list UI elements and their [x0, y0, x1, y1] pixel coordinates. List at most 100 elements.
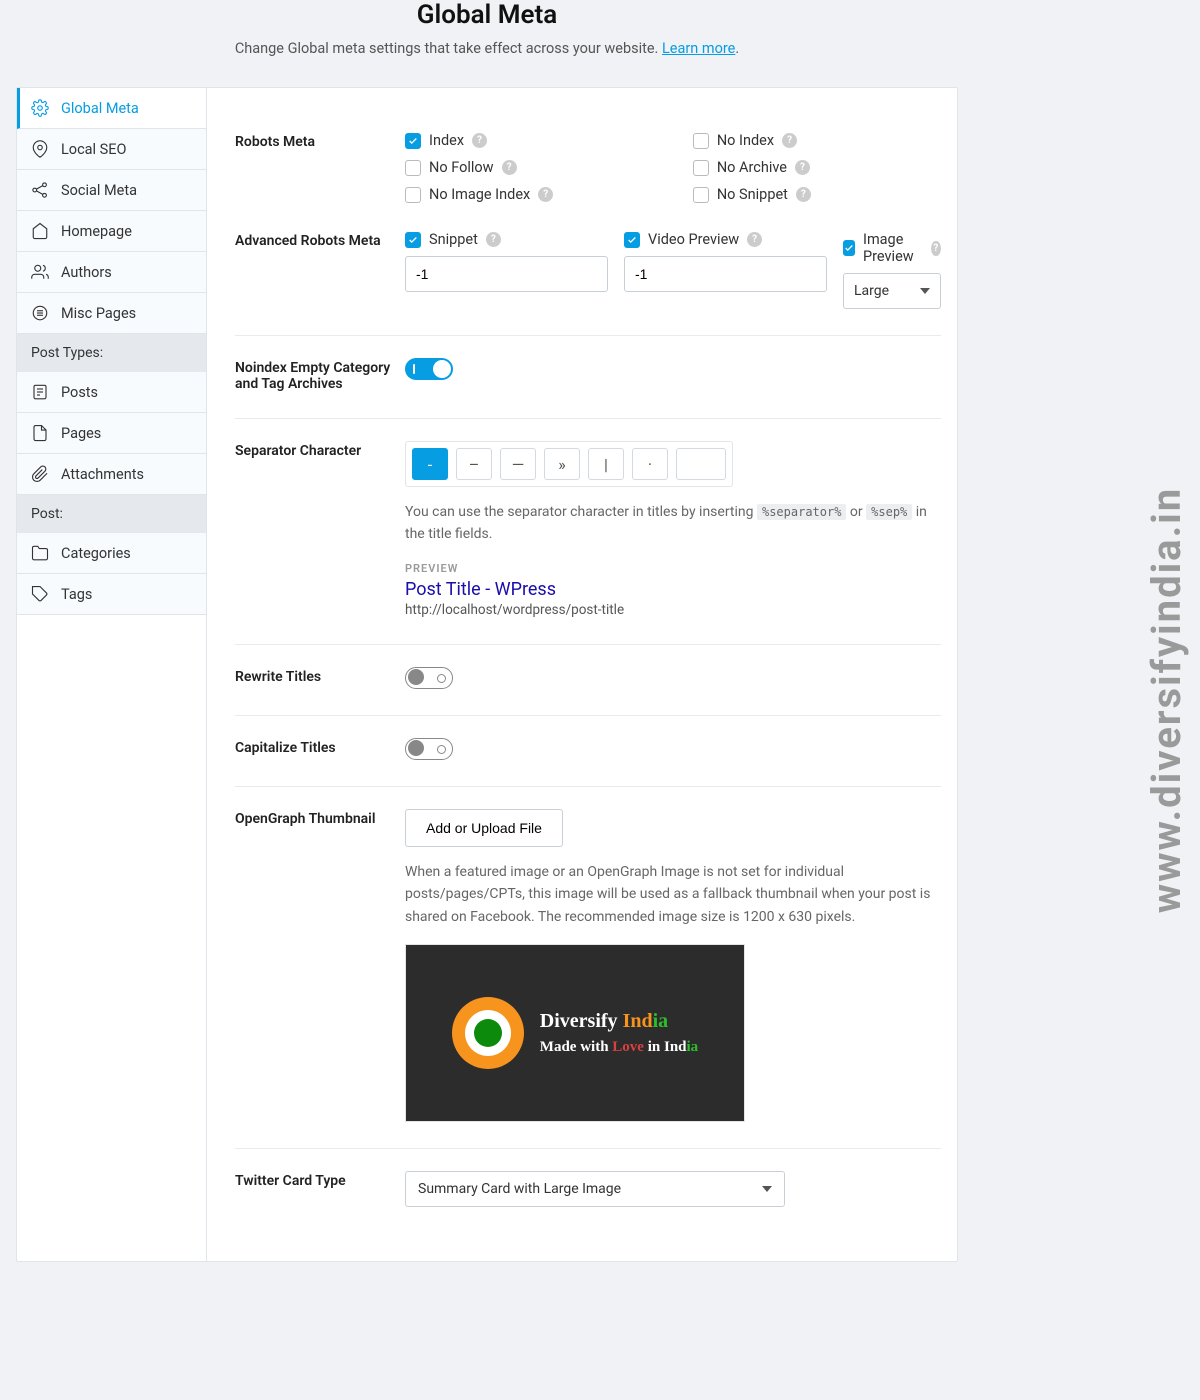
sidebar-item-authors[interactable]: Authors — [17, 252, 206, 293]
sidebar-item-global-meta[interactable]: Global Meta — [17, 88, 206, 129]
sidebar-item-label: Global Meta — [61, 100, 139, 117]
help-icon[interactable]: ? — [502, 160, 517, 175]
sidebar-item-label: Attachments — [61, 466, 144, 483]
checkbox-icon — [405, 232, 421, 248]
checkbox-image-preview[interactable]: Image Preview? — [843, 231, 941, 265]
sidebar-item-label: Tags — [61, 586, 92, 603]
checkbox-video-preview[interactable]: Video Preview? — [624, 231, 827, 248]
sidebar-item-attachments[interactable]: Attachments — [17, 454, 206, 495]
chevron-down-icon — [762, 1186, 772, 1192]
help-icon[interactable]: ? — [782, 133, 797, 148]
sidebar-item-tags[interactable]: Tags — [17, 574, 206, 615]
snippet-input[interactable] — [405, 256, 608, 292]
rewrite-titles-toggle[interactable] — [405, 667, 453, 689]
post-icon — [31, 383, 49, 401]
logo-text: Diversify India Made with Love in India — [540, 1010, 698, 1056]
twitter-card-select[interactable]: Summary Card with Large Image — [405, 1171, 785, 1207]
checkbox-snippet[interactable]: Snippet? — [405, 231, 608, 248]
preview-label: PREVIEW — [405, 562, 941, 575]
og-description: When a featured image or an OpenGraph Im… — [405, 861, 941, 928]
watermark-text: www.diversifyindia.in — [1143, 487, 1190, 913]
noindex-empty-label: Noindex Empty Category and Tag Archives — [235, 358, 405, 392]
sidebar-item-misc-pages[interactable]: Misc Pages — [17, 293, 206, 334]
separator-option[interactable]: – — [456, 448, 492, 480]
help-icon[interactable]: ? — [931, 241, 941, 256]
sidebar-item-pages[interactable]: Pages — [17, 413, 206, 454]
separator-option[interactable]: » — [544, 448, 580, 480]
checkbox-icon — [405, 160, 421, 176]
capitalize-titles-label: Capitalize Titles — [235, 738, 405, 760]
checkbox-icon — [693, 160, 709, 176]
checkbox-icon — [405, 187, 421, 203]
paperclip-icon — [31, 465, 49, 483]
sidebar-item-categories[interactable]: Categories — [17, 533, 206, 574]
separator-option[interactable]: | — [588, 448, 624, 480]
video-preview-input[interactable] — [624, 256, 827, 292]
checkbox-no-index[interactable]: No Index? — [693, 132, 941, 149]
separator-label: Separator Character — [235, 441, 405, 618]
sidebar-item-label: Authors — [61, 264, 112, 281]
checkbox-icon — [843, 240, 855, 256]
users-icon — [31, 263, 49, 281]
pin-icon — [31, 140, 49, 158]
learn-more-link[interactable]: Learn more — [662, 40, 735, 57]
home-icon — [31, 222, 49, 240]
gear-icon — [31, 99, 49, 117]
sidebar-item-label: Social Meta — [61, 182, 137, 199]
sidebar-item-social-meta[interactable]: Social Meta — [17, 170, 206, 211]
sidebar-item-label: Posts — [61, 384, 98, 401]
robots-meta-label: Robots Meta — [235, 132, 405, 203]
content-area: Robots Meta Index? No Index? No Follow? … — [207, 88, 969, 1261]
image-preview-select[interactable]: Large — [843, 273, 941, 309]
preview-url: http://localhost/wordpress/post-title — [405, 602, 941, 618]
checkbox-no-image-index[interactable]: No Image Index? — [405, 186, 653, 203]
checkbox-no-snippet[interactable]: No Snippet? — [693, 186, 941, 203]
sidebar-item-posts[interactable]: Posts — [17, 372, 206, 413]
sidebar-item-label: Homepage — [61, 223, 132, 240]
help-icon[interactable]: ? — [796, 187, 811, 202]
help-icon[interactable]: ? — [472, 133, 487, 148]
sidebar-item-label: Misc Pages — [61, 305, 136, 322]
separator-option[interactable]: · — [632, 448, 668, 480]
checkbox-icon — [624, 232, 640, 248]
sidebar-item-local-seo[interactable]: Local SEO — [17, 129, 206, 170]
sidebar-item-homepage[interactable]: Homepage — [17, 211, 206, 252]
checkbox-icon — [405, 133, 421, 149]
checkbox-icon — [693, 133, 709, 149]
help-icon[interactable]: ? — [538, 187, 553, 202]
rewrite-titles-label: Rewrite Titles — [235, 667, 405, 689]
separator-option[interactable] — [676, 448, 726, 480]
checkbox-no-archive[interactable]: No Archive? — [693, 159, 941, 176]
share-icon — [31, 181, 49, 199]
tag-icon — [31, 585, 49, 603]
og-thumbnail-preview: Diversify India Made with Love in India — [405, 944, 745, 1122]
upload-file-button[interactable]: Add or Upload File — [405, 809, 563, 847]
capitalize-titles-toggle[interactable] — [405, 738, 453, 760]
page-icon — [31, 424, 49, 442]
logo-circle-icon — [452, 997, 524, 1069]
page-title: Global Meta — [36, 0, 938, 30]
separator-description: You can use the separator character in t… — [405, 501, 941, 546]
help-icon[interactable]: ? — [795, 160, 810, 175]
help-icon[interactable]: ? — [747, 232, 762, 247]
sidebar-item-label: Categories — [61, 545, 131, 562]
chevron-down-icon — [920, 288, 930, 294]
sidebar-item-label: Local SEO — [61, 141, 127, 158]
sidebar-header-post: Post: — [17, 495, 206, 533]
checkbox-icon — [693, 187, 709, 203]
advanced-robots-label: Advanced Robots Meta — [235, 231, 405, 309]
sidebar-header-post-types: Post Types: — [17, 334, 206, 372]
checkbox-index[interactable]: Index? — [405, 132, 653, 149]
noindex-empty-toggle[interactable] — [405, 358, 453, 380]
preview-title: Post Title - WPress — [405, 579, 941, 600]
twitter-card-label: Twitter Card Type — [235, 1171, 405, 1207]
help-icon[interactable]: ? — [486, 232, 501, 247]
sidebar: Global Meta Local SEO Social Meta Homepa… — [17, 88, 207, 1261]
checkbox-no-follow[interactable]: No Follow? — [405, 159, 653, 176]
page-subtitle: Change Global meta settings that take ef… — [36, 40, 938, 57]
og-thumbnail-label: OpenGraph Thumbnail — [235, 809, 405, 1122]
separator-option[interactable]: — — [500, 448, 536, 480]
folder-icon — [31, 544, 49, 562]
separator-option[interactable]: - — [412, 448, 448, 480]
sidebar-item-label: Pages — [61, 425, 101, 442]
